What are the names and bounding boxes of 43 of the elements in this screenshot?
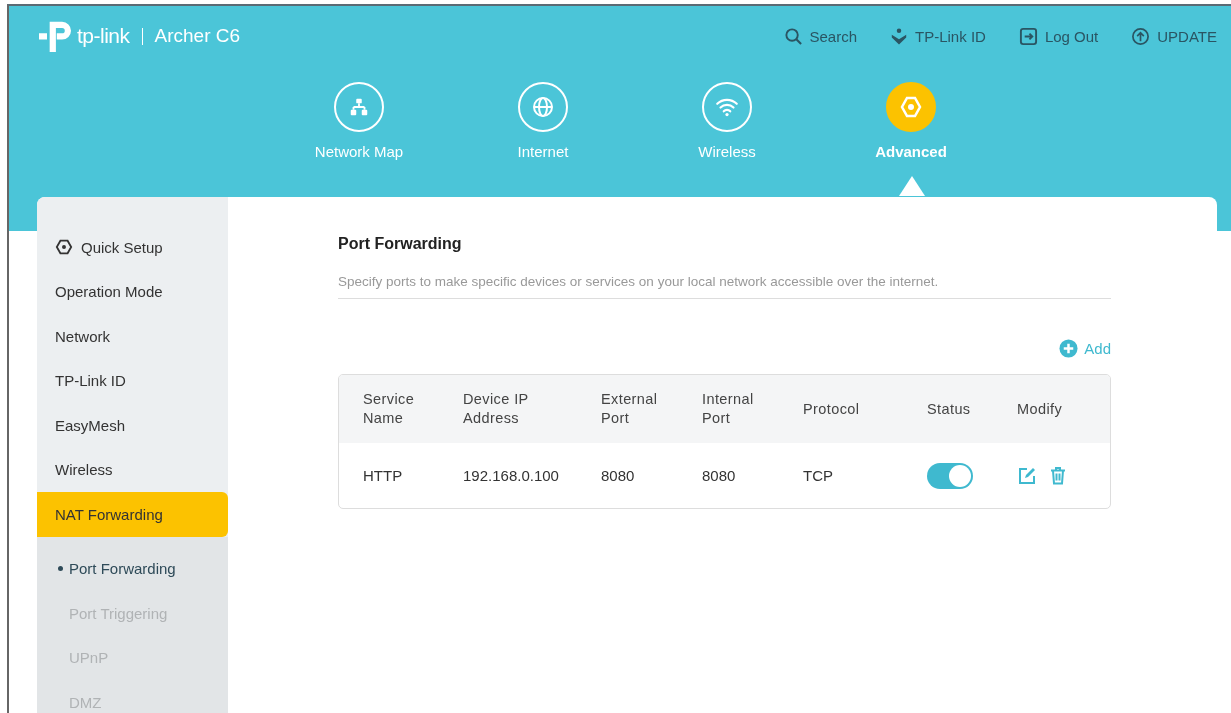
sidebar-item[interactable]: EasyMesh [37,403,228,448]
table-cell-text: 8080 [702,467,737,484]
search-icon [783,26,803,46]
sidebar-item[interactable]: TP-Link ID [37,358,228,403]
column-header: Status [927,399,972,419]
column-header: Service Name [363,390,416,428]
upload-icon [1131,26,1151,46]
page-title: Port Forwarding [338,235,463,253]
header-link[interactable]: Search [783,26,858,46]
table-cell-text: HTTP [363,467,404,484]
gear-icon [899,95,923,119]
column-header: Internal Port [702,390,755,428]
model-name: Archer C6 [154,25,241,47]
bullet-icon [58,566,63,572]
table-cell-text: 8080 [601,467,636,484]
page-description: Specify ports to make specific devices or services on your local network accessible over the internet. [338,274,1111,299]
status-toggle[interactable] [927,462,973,489]
column-header: Protocol [803,399,861,419]
header-link[interactable]: TP-Link ID [890,26,986,46]
brand-name: tp-link [77,24,130,48]
column-header: Device IP Address [463,390,530,428]
table-cell-text: 192.168.0.100 [463,467,560,484]
gear-icon [55,238,73,257]
table-cell-text: TCP [803,467,834,484]
header-link[interactable]: Log Out [1018,26,1099,46]
sidebar-item[interactable]: Quick Setup [37,225,228,270]
sidebar-item[interactable]: Network [37,314,228,359]
sidebar-item[interactable]: NAT Forwarding [37,492,228,537]
logo-icon [37,20,73,52]
logout-icon [1018,26,1038,46]
submenu-item[interactable]: Port Forwarding [37,546,228,591]
column-header: Modify [1017,399,1064,419]
edit-icon[interactable] [1017,465,1037,486]
sidebar-item[interactable]: Wireless [37,447,228,492]
plus-icon [1059,339,1079,358]
sidebar-item[interactable]: Operation Mode [37,269,228,314]
add-button[interactable]: Add [1059,339,1111,358]
network-map-icon [348,96,370,118]
person-icon [890,26,909,46]
header-link[interactable]: UPDATE [1131,26,1217,46]
globe-icon [531,95,555,119]
column-header: External Port [601,390,659,428]
trash-icon[interactable] [1048,465,1068,486]
